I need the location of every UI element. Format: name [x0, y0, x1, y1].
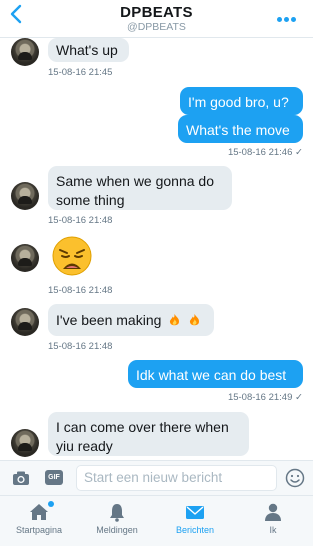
incoming-message[interactable]: I've been making — [48, 304, 214, 336]
tab-label: Meldingen — [96, 525, 138, 535]
mail-icon — [186, 506, 204, 519]
tab-home[interactable]: Startpagina — [0, 496, 78, 546]
timestamp-text: 15-08-16 21:49 — [227, 392, 293, 403]
tab-me[interactable]: Ik — [234, 496, 312, 546]
message-timestamp: 15-08-16 21:49 ✓ — [190, 392, 303, 403]
gif-button[interactable]: GIF — [45, 470, 63, 485]
message-timestamp: 15-08-16 21:45 — [48, 67, 113, 78]
camera-icon[interactable] — [12, 470, 30, 486]
tab-label: Startpagina — [15, 525, 63, 535]
message-timestamp: 15-08-16 21:48 — [48, 215, 113, 226]
tab-label: Berichten — [175, 525, 215, 535]
weary-face-icon[interactable] — [52, 236, 92, 276]
avatar[interactable] — [11, 308, 39, 336]
message-thread[interactable]: What's up 15-08-16 21:45 I'm good bro, u… — [0, 38, 313, 460]
message-timestamp: 15-08-16 21:48 — [48, 285, 113, 296]
conversation-title: DPBEATS — [120, 4, 193, 21]
incoming-message[interactable]: Same when we gonna do some thing — [48, 166, 232, 210]
avatar[interactable] — [11, 38, 39, 66]
bottom-tab-bar: Startpagina Meldingen Berichten Ik — [0, 495, 313, 546]
home-icon — [30, 504, 48, 520]
bell-icon — [110, 504, 124, 522]
timestamp-text: 15-08-16 21:46 — [227, 147, 293, 158]
fire-icon — [170, 313, 180, 326]
message-text: I've been making — [56, 312, 162, 328]
fire-icon — [190, 313, 200, 326]
outgoing-message[interactable]: Idk what we can do best — [128, 360, 303, 388]
incoming-message[interactable]: I can come over there when yiu ready — [48, 412, 249, 456]
message-input[interactable]: Start een nieuw bericht — [76, 465, 277, 491]
sent-check-icon: ✓ — [295, 392, 303, 403]
message-composer: GIF Start een nieuw bericht — [0, 460, 313, 496]
person-icon — [265, 503, 281, 521]
emoji-picker-icon[interactable] — [285, 468, 305, 488]
outgoing-message[interactable]: What's the move — [178, 115, 303, 143]
tab-messages[interactable]: Berichten — [156, 496, 234, 546]
avatar[interactable] — [11, 244, 39, 272]
more-dots-icon[interactable] — [277, 9, 303, 23]
tab-notifications[interactable]: Meldingen — [78, 496, 156, 546]
incoming-message[interactable]: What's up — [48, 38, 129, 62]
tab-label: Ik — [269, 525, 277, 535]
message-timestamp: 15-08-16 21:48 — [48, 341, 113, 352]
avatar[interactable] — [11, 182, 39, 210]
outgoing-message[interactable]: I'm good bro, u? — [180, 87, 303, 115]
sent-check-icon: ✓ — [295, 147, 303, 158]
message-timestamp: 15-08-16 21:46 ✓ — [190, 147, 303, 158]
avatar[interactable] — [11, 429, 39, 457]
notification-dot — [48, 501, 54, 507]
conversation-handle: @DPBEATS — [127, 21, 186, 33]
conversation-header: DPBEATS @DPBEATS — [0, 0, 313, 38]
